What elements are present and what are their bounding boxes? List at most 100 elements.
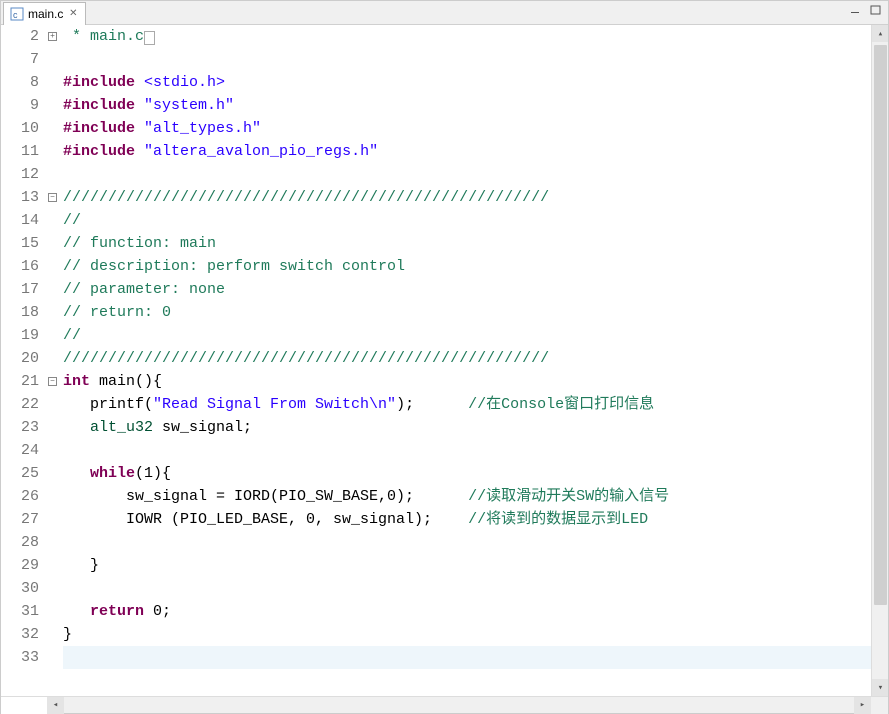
code-line[interactable] xyxy=(63,577,871,600)
code-line[interactable]: #include "system.h" xyxy=(63,94,871,117)
line-number: 22 xyxy=(1,393,39,416)
token-cmt: // xyxy=(63,212,81,229)
line-number: 19 xyxy=(1,324,39,347)
token-cmt: // function: main xyxy=(63,235,216,252)
code-line[interactable]: // return: 0 xyxy=(63,301,871,324)
token-dimbox xyxy=(144,31,155,45)
token-cmt: * main.c xyxy=(63,28,144,45)
line-number: 24 xyxy=(1,439,39,462)
code-line[interactable]: while(1){ xyxy=(63,462,871,485)
fold-expanded-icon[interactable]: − xyxy=(48,193,57,202)
close-icon[interactable]: ✕ xyxy=(67,8,79,20)
line-number: 30 xyxy=(1,577,39,600)
code-line[interactable]: IOWR (PIO_LED_BASE, 0, sw_signal); //将读到… xyxy=(63,508,871,531)
code-line[interactable]: * main.c xyxy=(63,25,871,48)
line-number: 2 xyxy=(1,25,39,48)
token-kw: while xyxy=(90,465,135,482)
token-plain: 0; xyxy=(144,603,171,620)
tab-main-c[interactable]: c main.c ✕ xyxy=(3,2,86,25)
code-line[interactable]: // function: main xyxy=(63,232,871,255)
line-number: 29 xyxy=(1,554,39,577)
line-number: 14 xyxy=(1,209,39,232)
line-number-gutter: 2789101112131415161718192021222324252627… xyxy=(1,25,47,696)
token-plain xyxy=(135,143,144,160)
line-number: 28 xyxy=(1,531,39,554)
token-cmt: // parameter: none xyxy=(63,281,225,298)
line-number: 7 xyxy=(1,48,39,71)
code-line[interactable] xyxy=(63,163,871,186)
line-number: 8 xyxy=(1,71,39,94)
code-line[interactable]: ////////////////////////////////////////… xyxy=(63,186,871,209)
line-number: 25 xyxy=(1,462,39,485)
code-line[interactable]: // xyxy=(63,209,871,232)
token-cmt: //读取滑动开关SW的输入信号 xyxy=(468,488,669,505)
code-line[interactable]: } xyxy=(63,554,871,577)
line-number: 27 xyxy=(1,508,39,531)
token-plain: sw_signal = IORD(PIO_SW_BASE,0); xyxy=(63,488,468,505)
code-line[interactable]: #include "alt_types.h" xyxy=(63,117,871,140)
code-line[interactable]: ////////////////////////////////////////… xyxy=(63,347,871,370)
editor-area: 2789101112131415161718192021222324252627… xyxy=(1,25,888,696)
window-controls xyxy=(848,3,884,17)
token-cmt: //将读到的数据显示到LED xyxy=(468,511,648,528)
code-line[interactable]: // parameter: none xyxy=(63,278,871,301)
code-line[interactable]: // description: perform switch control xyxy=(63,255,871,278)
code-line[interactable]: return 0; xyxy=(63,600,871,623)
token-plain: IOWR (PIO_LED_BASE, 0, sw_signal); xyxy=(63,511,468,528)
code-line[interactable]: #include "altera_avalon_pio_regs.h" xyxy=(63,140,871,163)
token-kw-pp: #include xyxy=(63,74,135,91)
token-plain xyxy=(63,419,90,436)
line-number: 32 xyxy=(1,623,39,646)
scroll-left-icon[interactable]: ◂ xyxy=(47,697,64,714)
token-cmt: //在Console窗口打印信息 xyxy=(468,396,654,413)
fold-collapsed-icon[interactable]: + xyxy=(48,32,57,41)
scroll-right-icon[interactable]: ▸ xyxy=(854,697,871,714)
code-line[interactable]: int main(){ xyxy=(63,370,871,393)
code-line[interactable]: } xyxy=(63,623,871,646)
line-number: 9 xyxy=(1,94,39,117)
line-number: 20 xyxy=(1,347,39,370)
token-cmt: ////////////////////////////////////////… xyxy=(63,189,549,206)
token-plain xyxy=(63,603,90,620)
code-line[interactable]: alt_u32 sw_signal; xyxy=(63,416,871,439)
vertical-scrollbar[interactable]: ▴ ▾ xyxy=(871,25,888,696)
token-kw: return xyxy=(90,603,144,620)
code-line[interactable] xyxy=(63,439,871,462)
token-plain xyxy=(135,97,144,114)
code-line[interactable] xyxy=(63,646,871,669)
line-number: 31 xyxy=(1,600,39,623)
fold-expanded-icon[interactable]: − xyxy=(48,377,57,386)
scroll-up-icon[interactable]: ▴ xyxy=(872,25,888,42)
code-line[interactable]: // xyxy=(63,324,871,347)
token-plain xyxy=(90,373,99,390)
token-plain: printf( xyxy=(63,396,153,413)
line-number: 26 xyxy=(1,485,39,508)
line-number: 13 xyxy=(1,186,39,209)
code-line[interactable]: sw_signal = IORD(PIO_SW_BASE,0); //读取滑动开… xyxy=(63,485,871,508)
line-number: 16 xyxy=(1,255,39,278)
token-cmt: // xyxy=(63,327,81,344)
horizontal-scrollbar[interactable]: ◂ ▸ xyxy=(1,696,888,713)
token-plain: } xyxy=(63,557,99,574)
tab-label: main.c xyxy=(28,7,63,21)
fold-column: + − − xyxy=(47,25,61,696)
minimize-icon[interactable] xyxy=(848,3,864,17)
scroll-corner xyxy=(871,697,888,714)
scroll-thumb[interactable] xyxy=(874,45,887,605)
token-kw-pp: #include xyxy=(63,120,135,137)
scroll-down-icon[interactable]: ▾ xyxy=(872,679,888,696)
code-pane[interactable]: * main.c #include <stdio.h>#include "sys… xyxy=(61,25,871,696)
token-cmt: ////////////////////////////////////////… xyxy=(63,350,549,367)
token-kw-pp: #include xyxy=(63,97,135,114)
token-plain xyxy=(63,465,90,482)
maximize-icon[interactable] xyxy=(868,3,884,17)
code-line[interactable] xyxy=(63,531,871,554)
code-line[interactable]: #include <stdio.h> xyxy=(63,71,871,94)
line-number: 12 xyxy=(1,163,39,186)
svg-text:c: c xyxy=(13,10,18,20)
token-plain: main(){ xyxy=(99,373,162,390)
code-line[interactable] xyxy=(63,48,871,71)
token-plain xyxy=(135,120,144,137)
token-kw-pp: #include xyxy=(63,143,135,160)
code-line[interactable]: printf("Read Signal From Switch\n"); //在… xyxy=(63,393,871,416)
